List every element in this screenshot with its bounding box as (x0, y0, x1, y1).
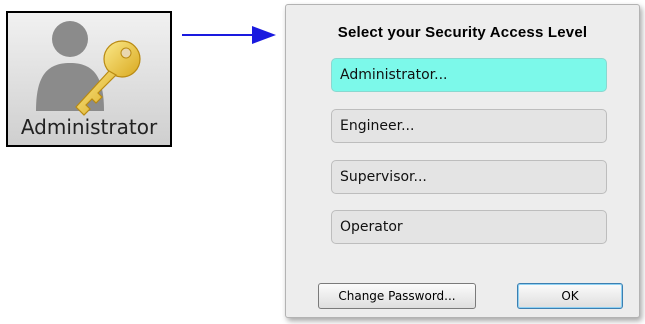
tile-label: Administrator (20, 115, 158, 139)
right-arrow-icon (182, 26, 276, 44)
dialog-title: Select your Security Access Level (337, 24, 588, 41)
ok-button[interactable]: OK (517, 283, 623, 309)
supervisor-level-button[interactable]: Supervisor... (331, 160, 607, 194)
change-password-button[interactable]: Change Password... (318, 283, 476, 309)
engineer-level-button[interactable]: Engineer... (331, 109, 607, 143)
operator-level-button[interactable]: Operator (331, 210, 607, 244)
security-access-dialog: Select your Security Access Level Admini… (285, 4, 640, 318)
user-key-icon (36, 21, 141, 116)
administrator-level-button[interactable]: Administrator... (331, 58, 607, 92)
administrator-tile[interactable]: Administrator (6, 11, 172, 147)
